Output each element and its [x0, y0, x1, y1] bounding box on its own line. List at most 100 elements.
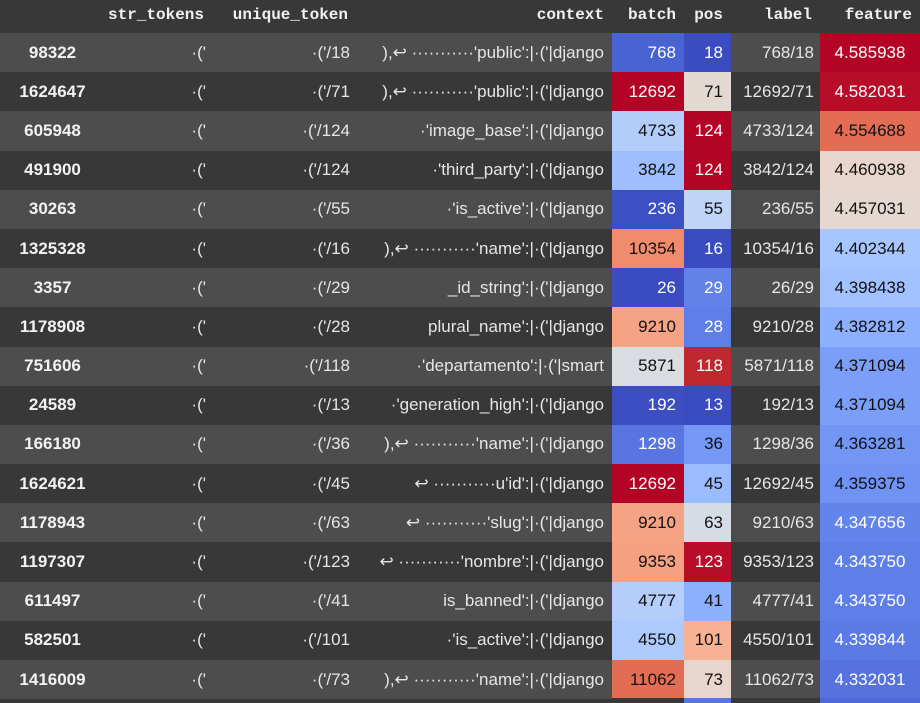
feature-cell: 4.460938	[820, 150, 920, 190]
context-cell: ),↩ ···········'name':|·('|django	[356, 660, 612, 700]
unique-token-cell: ·('/36	[212, 424, 356, 465]
unique-token-cell: ·('/63	[212, 503, 356, 543]
pos-cell: 63	[684, 503, 731, 543]
unique-token-cell: ·('/13	[212, 385, 356, 425]
pos-cell: 36	[684, 424, 731, 465]
table-continuation	[612, 698, 920, 703]
batch-cell: 4777	[612, 581, 684, 621]
row-index: 98322	[0, 33, 105, 73]
row-index: 491900	[0, 150, 105, 190]
label-cell: 9353/123	[731, 542, 820, 582]
row-index: 582501	[0, 620, 105, 660]
context-cell: ↩ ···········'nombre':|·('|django	[356, 542, 612, 582]
batch-cell: 4550	[612, 620, 684, 660]
pos-cell: 124	[684, 150, 731, 190]
context-cell: ),↩ ···········'name':|·('|django	[356, 228, 612, 269]
feature-cell: 4.457031	[820, 189, 920, 229]
row-index: 1178943	[0, 503, 105, 543]
feature-cell: 4.371094	[820, 385, 920, 425]
feature-cell: 4.343750	[820, 542, 920, 582]
str-tokens-cell: ·('	[105, 385, 212, 425]
row-index: 605948	[0, 111, 105, 151]
pos-cell: 45	[684, 464, 731, 504]
row-index: 751606	[0, 346, 105, 386]
label-cell: 768/18	[731, 33, 820, 73]
str-tokens-cell: ·('	[105, 189, 212, 229]
pos-cell: 41	[684, 581, 731, 621]
str-tokens-cell: ·('	[105, 33, 212, 73]
row-index: 1624621	[0, 464, 105, 504]
table-row: 491900 ·(' ·('/124 ·'third_party':|·('|djan…	[0, 150, 920, 190]
str-tokens-cell: ·('	[105, 111, 212, 151]
unique-token-cell: ·('/118	[212, 346, 356, 386]
pos-cell: 124	[684, 111, 731, 151]
index-header	[0, 0, 105, 33]
label-cell: 12692/71	[731, 72, 820, 112]
pos-cell: 28	[684, 307, 731, 347]
batch-cell: 236	[612, 189, 684, 229]
feature-cell: 4.402344	[820, 228, 920, 269]
context-cell: ·'generation_high':|·('|django	[356, 385, 612, 425]
context-cell: ),↩ ···········'public':|·('|django	[356, 72, 612, 112]
batch-cell: 11062	[612, 660, 684, 700]
batch-cell: 9210	[612, 503, 684, 543]
context-cell: _id_string':|·('|django	[356, 268, 612, 308]
table-row: 98322 ·(' ·('/18),↩ ···········'public':|·…	[0, 33, 920, 73]
label-cell: 11062/73	[731, 660, 820, 700]
label-cell: 1298/36	[731, 424, 820, 465]
table-row: 24589 ·(' ·('/13 ·'generation_high':|·('|dj…	[0, 385, 920, 425]
str-tokens-cell: ·('	[105, 542, 212, 582]
batch-cell: 768	[612, 33, 684, 73]
context-cell: ↩ ···········u'id':|·('|django	[356, 464, 612, 504]
unique-token-cell: ·('/29	[212, 268, 356, 308]
unique-token-cell: ·('/45	[212, 464, 356, 504]
batch-cell: 10354	[612, 228, 684, 269]
pos-cell: 29	[684, 268, 731, 308]
label-cell: 26/29	[731, 268, 820, 308]
str-tokens-cell: ·('	[105, 307, 212, 347]
feature-cell: 4.585938	[820, 33, 920, 73]
label-header: label	[731, 0, 820, 33]
table-row: 30263 ·(' ·('/55 ·'is_active':|·('|django 23…	[0, 189, 920, 229]
unique-token-cell: ·('/101	[212, 620, 356, 660]
unique-token-cell: ·('/16	[212, 228, 356, 269]
str-tokens-header: str_tokens	[105, 0, 212, 33]
context-cell: ),↩ ···········'public':|·('|django	[356, 33, 612, 73]
str-tokens-cell: ·('	[105, 268, 212, 308]
pos-cell: 13	[684, 385, 731, 425]
label-cell: 192/13	[731, 385, 820, 425]
batch-cell: 12692	[612, 72, 684, 112]
context-cell: ·'third_party':|·('|django	[356, 150, 612, 190]
batch-cell: 5871	[612, 346, 684, 386]
row-index: 1624647	[0, 72, 105, 112]
feature-cell: 4.554688	[820, 111, 920, 151]
label-cell: 236/55	[731, 189, 820, 229]
unique-token-cell: ·('/123	[212, 542, 356, 582]
batch-header: batch	[612, 0, 684, 33]
label-cell: 4733/124	[731, 111, 820, 151]
label-cell: 9210/63	[731, 503, 820, 543]
unique-token-cell: ·('/28	[212, 307, 356, 347]
str-tokens-cell: ·('	[105, 464, 212, 504]
batch-cell: 1298	[612, 424, 684, 465]
row-index: 166180	[0, 424, 105, 465]
table-row: 1325328 ·(' ·('/16),↩ ···········'name':|·…	[0, 228, 920, 269]
feature-cell: 4.359375	[820, 464, 920, 504]
pos-header: pos	[684, 0, 731, 33]
context-cell: ·'image_base':|·('|django	[356, 111, 612, 151]
label-cell: 4777/41	[731, 581, 820, 621]
context-cell: ↩ ···········'slug':|·('|django	[356, 503, 612, 543]
row-index: 1197307	[0, 542, 105, 582]
batch-cell: 9210	[612, 307, 684, 347]
table-row: 1416009 ·(' ·('/73),↩ ···········'name':|·…	[0, 660, 920, 700]
unique-token-cell: ·('/124	[212, 111, 356, 151]
unique-token-cell: ·('/41	[212, 581, 356, 621]
context-cell: is_banned':|·('|django	[356, 581, 612, 621]
label-cell: 3842/124	[731, 150, 820, 190]
pos-cell: 123	[684, 542, 731, 582]
feature-cell: 4.363281	[820, 424, 920, 465]
batch-cell: 9353	[612, 542, 684, 582]
label-cell: 5871/118	[731, 346, 820, 386]
table-row: 1624647 ·(' ·('/71),↩ ···········'public':…	[0, 72, 920, 112]
label-cell: 12692/45	[731, 464, 820, 504]
